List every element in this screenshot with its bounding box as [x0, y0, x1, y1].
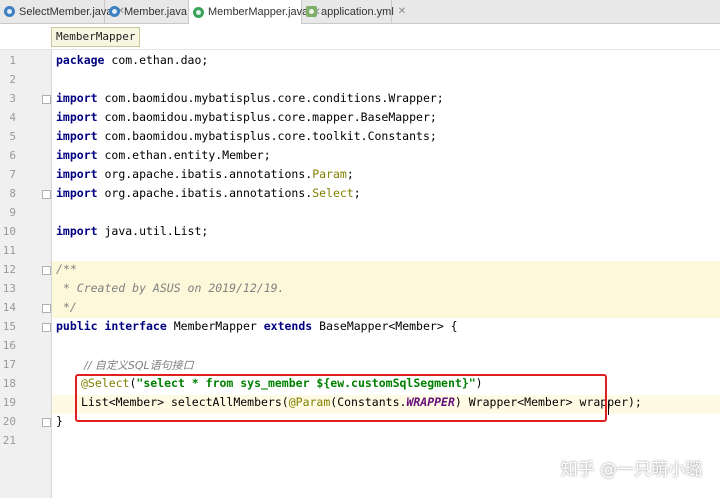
- line-number: 7: [9, 168, 16, 181]
- code-line-8: import org.apache.ibatis.annotations.Sel…: [56, 186, 361, 200]
- breadcrumb[interactable]: MemberMapper: [51, 27, 141, 47]
- code-text: com.ethan.dao;: [104, 53, 209, 67]
- breadcrumb-bar: MemberMapper: [0, 24, 720, 50]
- code-editor[interactable]: package com.ethan.dao; import com.baomid…: [52, 50, 720, 498]
- line-number: 20: [2, 415, 16, 428]
- line-number: 21: [2, 434, 16, 447]
- annotation-name: Param: [312, 167, 347, 181]
- line-number: 1: [9, 54, 16, 67]
- keyword: import: [56, 167, 98, 181]
- line-number: 8: [9, 187, 16, 200]
- code-line-4: import com.baomidou.mybatisplus.core.map…: [56, 110, 437, 124]
- code-line-1: package com.ethan.dao;: [56, 53, 208, 67]
- keyword: extends: [263, 319, 313, 333]
- keyword: package: [56, 53, 105, 67]
- code-text: com.baomidou.mybatisplus.core.conditions…: [97, 91, 444, 105]
- tab-application-yml[interactable]: application.yml ✕: [302, 0, 406, 23]
- yaml-icon: [306, 6, 317, 17]
- line-number: 9: [9, 206, 16, 219]
- text-caret: [608, 401, 609, 415]
- line-number: 18: [2, 377, 16, 390]
- code-text: MemberMapper: [166, 319, 264, 333]
- class-icon: [109, 6, 120, 17]
- code-line-14: */: [56, 300, 77, 314]
- code-text: org.apache.ibatis.annotations.: [97, 186, 313, 200]
- line-number: 14: [2, 301, 16, 314]
- line-number: 15: [2, 320, 16, 333]
- code-line-5: import com.baomidou.mybatisplus.core.too…: [56, 129, 437, 143]
- line-number: 5: [9, 130, 16, 143]
- code-line-13: * Created by ASUS on 2019/12/19.: [56, 281, 285, 295]
- code-text: ;: [346, 167, 354, 181]
- line-number: 16: [2, 339, 16, 352]
- fold-marker-icon[interactable]: [42, 304, 51, 313]
- code-line-6: import com.ethan.entity.Member;: [56, 148, 271, 162]
- fold-marker-icon[interactable]: [42, 266, 51, 275]
- code-line-10: import java.util.List;: [56, 224, 208, 238]
- class-icon: [4, 6, 15, 17]
- keyword: interface: [97, 319, 167, 333]
- editor-tab-bar: SelectMember.java ✕ Member.java ✕ Member…: [0, 0, 720, 24]
- tab-selectmember[interactable]: SelectMember.java ✕: [0, 0, 125, 23]
- fold-marker-icon[interactable]: [42, 323, 51, 332]
- line-number-gutter: 1 2 3 4 5 6 7 8 9 10 11 12 13 14 15 16 1…: [0, 50, 52, 498]
- keyword: import: [56, 110, 98, 124]
- code-line-17: // 自定义SQL语句接口: [84, 359, 194, 372]
- fold-marker-icon[interactable]: [42, 95, 51, 104]
- code-line-7: import org.apache.ibatis.annotations.Par…: [56, 167, 354, 181]
- keyword: import: [56, 186, 98, 200]
- annotation-name: Select: [312, 186, 354, 200]
- fold-marker-icon[interactable]: [42, 190, 51, 199]
- watermark: 知乎 @一只萌小璐: [560, 460, 702, 480]
- line-number: 13: [2, 282, 16, 295]
- interface-icon: [193, 6, 204, 18]
- code-line-15: public interface MemberMapper extends Ba…: [56, 319, 458, 333]
- code-text: java.util.List;: [97, 224, 209, 238]
- line-number: 17: [2, 358, 16, 371]
- line-number: 11: [2, 244, 16, 257]
- line-number: 12: [2, 263, 16, 276]
- tab-label: application.yml: [321, 5, 394, 18]
- line-number: 6: [9, 149, 16, 162]
- code-text: org.apache.ibatis.annotations.: [97, 167, 313, 181]
- line-number: 10: [2, 225, 16, 238]
- tab-label: Member.java: [124, 5, 187, 18]
- keyword: public: [56, 319, 98, 333]
- highlight-box: [75, 374, 607, 422]
- tab-label: MemberMapper.java: [208, 6, 309, 18]
- keyword: import: [56, 129, 98, 143]
- code-text: ;: [353, 186, 361, 200]
- line-number: 2: [9, 73, 16, 86]
- code-line-12: /**: [56, 262, 77, 276]
- line-number: 19: [2, 396, 16, 409]
- code-text: BaseMapper<Member> {: [312, 319, 458, 333]
- close-icon[interactable]: ✕: [398, 6, 406, 17]
- keyword: import: [56, 148, 98, 162]
- code-text: com.ethan.entity.Member;: [97, 148, 271, 162]
- code-text: com.baomidou.mybatisplus.core.toolkit.Co…: [97, 129, 437, 143]
- tab-member[interactable]: Member.java ✕: [105, 0, 199, 23]
- keyword: import: [56, 91, 98, 105]
- line-number: 3: [9, 92, 16, 105]
- fold-marker-icon[interactable]: [42, 418, 51, 427]
- code-line-3: import com.baomidou.mybatisplus.core.con…: [56, 91, 444, 105]
- tab-label: SelectMember.java: [19, 5, 113, 18]
- code-line-20: }: [56, 414, 63, 428]
- line-number: 4: [9, 111, 16, 124]
- code-text: com.baomidou.mybatisplus.core.mapper.Bas…: [97, 110, 437, 124]
- keyword: import: [56, 224, 98, 238]
- tab-membermapper[interactable]: MemberMapper.java ✕: [189, 0, 321, 24]
